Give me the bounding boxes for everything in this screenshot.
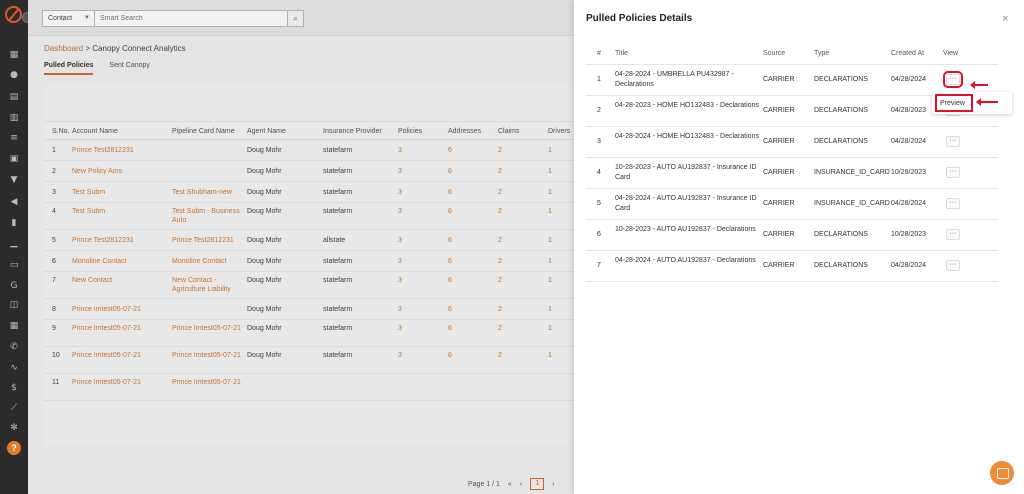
list-icon[interactable]: ≡ [9,133,19,143]
cell-source: CARRIER [763,169,795,176]
user-icon[interactable]: ● [9,70,19,80]
cell-type: DECLARATIONS [814,231,868,238]
dollar-icon[interactable]: $ [9,383,19,393]
cell-title: 04-28-2024 - HOME HO132483 - Declaration… [615,133,759,140]
brand-logo-icon[interactable] [5,6,22,23]
clipboard-icon[interactable]: ▥ [9,113,19,123]
cell-created: 04/28/2023 [891,107,927,114]
gear-icon[interactable]: ✻ [9,423,19,433]
cell-created: 10/28/2023 [891,231,927,238]
phone-icon[interactable]: ✆ [9,342,19,352]
cell-type: INSURANCE_ID_CARD [814,200,890,207]
cell-num: 7 [597,262,601,269]
cell-created: 04/28/2024 [891,138,927,145]
pulled-policies-details-panel: Pulled Policies Details × # Title Source… [574,0,1024,494]
calendar-icon[interactable]: ▦ [9,321,19,331]
header-view: View [943,50,959,57]
more-options-icon[interactable]: ··· [946,260,960,271]
more-options-icon[interactable]: ··· [943,71,963,88]
annotation-arrow-icon [976,98,998,106]
cell-source: CARRIER [763,262,795,269]
cell-source: CARRIER [763,107,795,114]
table-row: 6 10-28-2023 - AUTO AU192837 - Declaratio… [586,220,998,251]
cell-title: 04-28-2024 - UMBRELLA PU432987 - Declara… [615,71,734,88]
cell-title: 10-28-2023 - AUTO AU192837 - Declaration… [615,226,756,233]
cell-num: 2 [597,107,601,114]
more-options-icon[interactable]: ··· [946,167,960,178]
megaphone-icon[interactable]: ◀ [9,197,19,207]
table-row: 7 04-28-2024 - AUTO AU192837 - Declaratio… [586,251,998,282]
cell-num: 1 [597,76,601,83]
left-sidebar: ▦ ● ▤ ▥ ≡ ▣ ▼ ◀ ▮ ▁ ▭ G ◫ ▦ ✆ ∿ $ ⟋ ✻ ? [0,0,28,494]
cell-type: DECLARATIONS [814,262,868,269]
chat-support-icon[interactable] [990,461,1014,485]
modal-backdrop[interactable] [28,0,574,494]
header-created-at: Created At [891,50,925,57]
header-title: Title [615,50,628,57]
cell-type: INSURANCE_ID_CARD [814,169,890,176]
cell-source: CARRIER [763,200,795,207]
table-row: 5 04-28-2024 - AUTO AU192837 - Insurance … [586,189,998,220]
view-options-menu: Preview [932,92,1012,114]
preview-menu-item[interactable]: Preview [935,94,973,112]
cell-type: DECLARATIONS [814,76,868,83]
bar-chart-icon[interactable]: ▁ [9,238,19,248]
cell-source: CARRIER [763,76,795,83]
file-icon[interactable]: ▮ [9,218,19,228]
table-header: # Title Source Type Created At View [586,43,998,65]
cell-source: CARRIER [763,231,795,238]
policies-details-table: # Title Source Type Created At View 1 04-… [586,43,998,282]
cell-created: 04/28/2024 [891,262,927,269]
cell-type: DECLARATIONS [814,107,868,114]
grid-icon[interactable]: ▦ [9,50,19,60]
cell-type: DECLARATIONS [814,138,868,145]
more-options-icon[interactable]: ··· [946,198,960,209]
cell-num: 3 [597,138,601,145]
cell-title: 04-28-2024 - AUTO AU192837 - Insurance I… [615,195,757,212]
annotation-arrow-icon [970,81,988,89]
google-icon[interactable]: G [9,281,19,291]
help-icon[interactable]: ? [7,441,21,455]
cell-created: 04/28/2024 [891,76,927,83]
close-icon[interactable]: × [1001,14,1009,24]
documents-icon[interactable]: ▤ [9,92,19,102]
id-card-icon[interactable]: ▣ [9,154,19,164]
cell-created: 10/28/2023 [891,169,927,176]
cell-created: 04/28/2024 [891,200,927,207]
cell-title: 04-28-2024 - AUTO AU192837 - Declaration… [615,257,756,264]
line-chart-icon[interactable]: ⟋ [9,403,19,413]
header-source: Source [763,50,786,57]
cell-num: 4 [597,169,601,176]
cell-source: CARRIER [763,138,795,145]
table-row: 4 10-28-2023 - AUTO AU192837 - Insurance … [586,158,998,189]
panel-title: Pulled Policies Details [586,13,693,24]
folder-icon[interactable]: ▭ [9,260,19,270]
filter-icon[interactable]: ▼ [9,175,19,185]
pulse-icon[interactable]: ∿ [9,363,19,373]
header-num: # [597,50,601,57]
inbox-icon[interactable]: ◫ [9,300,19,310]
more-options-icon[interactable]: ··· [946,229,960,240]
cell-title: 10-28-2023 - AUTO AU192837 - Insurance I… [615,164,757,181]
cell-title: 04-28-2023 - HOME HO132483 - Declaration… [615,102,759,109]
cell-num: 6 [597,231,601,238]
table-row: 3 04-28-2024 - HOME HO132483 - Declaratio… [586,127,998,158]
cell-num: 5 [597,200,601,207]
header-type: Type [814,50,830,57]
more-options-icon[interactable]: ··· [946,136,960,147]
